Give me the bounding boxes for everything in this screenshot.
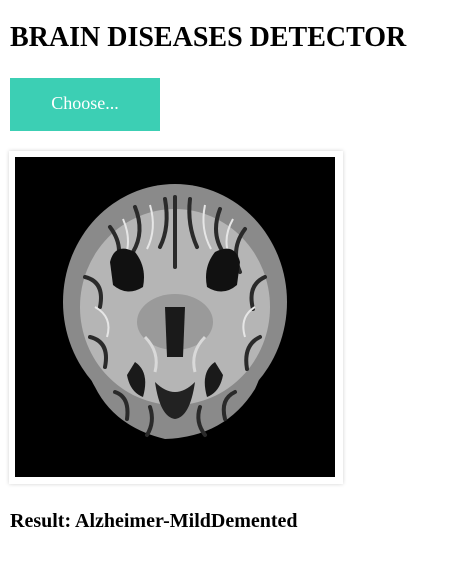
brain-mri-image [15,157,335,477]
result-text: Result: Alzheimer-MildDemented [10,510,298,532]
page-title: BRAIN DISEASES DETECTOR [10,22,407,53]
choose-file-button[interactable]: Choose... [10,78,160,131]
page: BRAIN DISEASES DETECTOR Choose... Result… [0,0,459,572]
image-preview-frame [9,151,343,484]
